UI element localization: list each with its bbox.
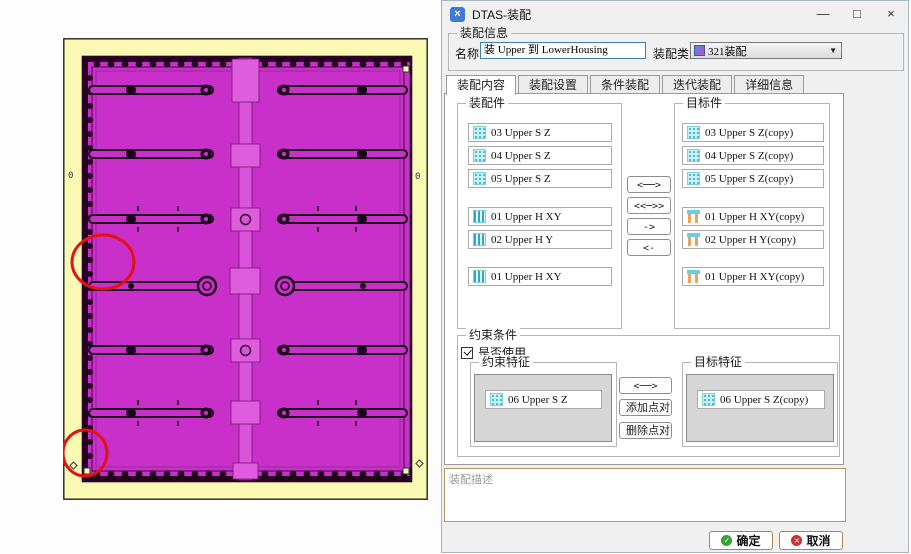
move-right-button[interactable]: ->	[627, 218, 671, 235]
close-button[interactable]: ×	[874, 1, 908, 27]
check-circle-icon: ✓	[721, 535, 733, 546]
target-feature-legend: 目标特征	[691, 355, 746, 369]
hole-feature-icon	[473, 210, 486, 223]
surface-feature-icon	[687, 172, 700, 185]
target-part-row[interactable]: 01 Upper H XY(copy)	[682, 267, 824, 286]
ok-button[interactable]: ✓ 确定	[709, 531, 773, 550]
target-part-row[interactable]: 01 Upper H XY(copy)	[682, 207, 824, 226]
screen: 0 0 × DTAS-装配 — □ × 装配信息 名称: 装 Upper 到 L…	[0, 0, 911, 554]
item-label: 04 Upper S Z	[491, 149, 551, 162]
cad-viewport[interactable]: 0 0	[61, 38, 428, 500]
add-point-pair-button[interactable]: 添加点对	[619, 399, 672, 416]
surface-feature-icon	[490, 393, 503, 406]
source-part-row[interactable]: 03 Upper S Z	[468, 123, 612, 142]
item-label: 02 Upper H Y(copy)	[705, 233, 796, 246]
tab-assembly-content[interactable]: 装配内容	[446, 75, 517, 95]
maximize-button[interactable]: □	[840, 1, 874, 27]
ok-button-label: 确定	[736, 534, 761, 548]
item-label: 03 Upper S Z(copy)	[705, 126, 794, 139]
assembly-info-legend: 装配信息	[457, 26, 512, 40]
assembly-name-input[interactable]: 装 Upper 到 LowerHousing	[480, 42, 646, 59]
item-label: 05 Upper S Z(copy)	[705, 172, 794, 185]
item-label: 02 Upper H Y	[491, 233, 554, 246]
target-feature-panel: 06 Upper S Z(copy)	[686, 374, 834, 442]
item-label: 06 Upper S Z	[508, 393, 568, 406]
description-placeholder: 装配描述	[449, 474, 493, 486]
cad-canvas: 0 0	[61, 38, 428, 500]
target-part-row[interactable]: 03 Upper S Z(copy)	[682, 123, 824, 142]
chevron-down-icon: ▼	[829, 46, 837, 55]
item-label: 04 Upper S Z(copy)	[705, 149, 794, 162]
title-bar[interactable]: × DTAS-装配 — □ ×	[442, 1, 908, 27]
x-circle-icon: ×	[791, 535, 803, 546]
cancel-button-label: 取消	[806, 534, 831, 548]
constraint-feature-row[interactable]: 06 Upper S Z	[485, 390, 602, 409]
delete-point-pair-button[interactable]: 删除点对	[619, 422, 672, 439]
target-parts-legend: 目标件	[683, 96, 726, 110]
surface-feature-icon	[687, 126, 700, 139]
hole-feature-icon	[473, 270, 486, 283]
item-label: 05 Upper S Z	[491, 172, 551, 185]
assembly-content-page: 装配件 03 Upper S Z 04 Upper S Z 05 Upper S…	[444, 93, 844, 465]
assembly-description-textarea[interactable]: 装配描述	[444, 468, 846, 522]
surface-feature-icon	[473, 126, 486, 139]
plate-marker-right: 0	[415, 172, 420, 182]
source-parts-legend: 装配件	[466, 96, 509, 110]
target-part-row[interactable]: 02 Upper H Y(copy)	[682, 230, 824, 249]
tab-strip: 装配内容 装配设置 条件装配 迭代装配 详细信息	[446, 75, 806, 95]
target-feature-row[interactable]: 06 Upper S Z(copy)	[697, 390, 825, 409]
surface-feature-icon	[702, 393, 715, 406]
hole-feature-icon	[473, 233, 486, 246]
source-part-row[interactable]: 02 Upper H Y	[468, 230, 612, 249]
pin-feature-icon	[687, 233, 700, 246]
surface-feature-icon	[473, 149, 486, 162]
assembly-type-select[interactable]: 321装配 ▼	[690, 42, 842, 59]
source-part-row[interactable]: 01 Upper H XY	[468, 267, 612, 286]
plate-marker-left: 0	[68, 171, 73, 181]
map-pair-button[interactable]: <──>	[627, 176, 671, 193]
source-part-row[interactable]: 04 Upper S Z	[468, 146, 612, 165]
target-feature-group: 目标特征 06 Upper S Z(copy)	[682, 355, 838, 447]
pin-feature-icon	[687, 270, 700, 283]
tab-conditional-assembly[interactable]: 条件装配	[590, 75, 661, 94]
surface-feature-icon	[687, 149, 700, 162]
constraint-feature-panel: 06 Upper S Z	[474, 374, 612, 442]
item-label: 03 Upper S Z	[491, 126, 551, 139]
item-label: 06 Upper S Z(copy)	[720, 393, 809, 406]
constraint-feature-group: 约束特征 06 Upper S Z	[470, 355, 617, 447]
constraint-feature-legend: 约束特征	[479, 355, 534, 369]
pin-feature-icon	[687, 210, 700, 223]
tab-details[interactable]: 详细信息	[734, 75, 805, 94]
tab-iterative-assembly[interactable]: 迭代装配	[662, 75, 733, 94]
window-title: DTAS-装配	[472, 7, 532, 22]
source-part-row[interactable]: 05 Upper S Z	[468, 169, 612, 188]
item-label: 01 Upper H XY(copy)	[705, 210, 805, 223]
name-label: 名称:	[455, 47, 483, 61]
dtas-assembly-dialog: × DTAS-装配 — □ × 装配信息 名称: 装 Upper 到 Lower…	[441, 0, 909, 553]
minimize-button[interactable]: —	[806, 1, 840, 27]
item-label: 01 Upper H XY(copy)	[705, 270, 805, 283]
assembly-type-value: 321装配	[708, 45, 747, 58]
constraints-legend: 约束条件	[466, 328, 521, 342]
item-label: 01 Upper H XY	[491, 270, 562, 283]
item-label: 01 Upper H XY	[491, 210, 562, 223]
surface-feature-icon	[473, 172, 486, 185]
link-pair-button[interactable]: <──>	[619, 377, 672, 394]
cancel-button[interactable]: × 取消	[779, 531, 843, 550]
move-left-button[interactable]: <-	[627, 239, 671, 256]
assembly-info-group: 装配信息 名称: 装 Upper 到 LowerHousing 装配类型: 32…	[448, 26, 904, 71]
tab-assembly-settings[interactable]: 装配设置	[518, 75, 589, 94]
target-part-row[interactable]: 05 Upper S Z(copy)	[682, 169, 824, 188]
target-part-row[interactable]: 04 Upper S Z(copy)	[682, 146, 824, 165]
use-constraints-checkbox[interactable]	[461, 346, 473, 359]
dtas-app-icon: ×	[450, 6, 465, 22]
map-all-button[interactable]: <<─>>	[627, 197, 671, 214]
source-part-row[interactable]: 01 Upper H XY	[468, 207, 612, 226]
assembly-type-icon	[694, 45, 705, 56]
